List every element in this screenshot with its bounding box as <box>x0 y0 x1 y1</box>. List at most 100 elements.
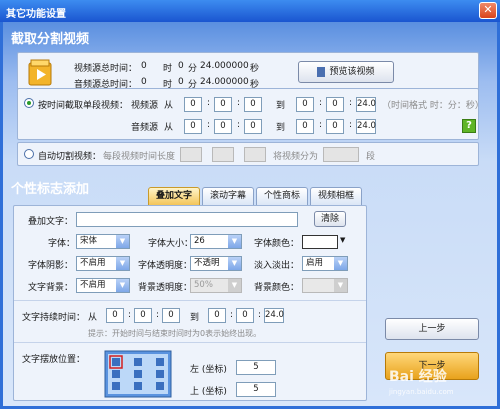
duration-from-minute[interactable]: 0 <box>134 308 152 323</box>
fade-label: 淡入淡出： <box>254 261 300 271</box>
audio-total-hours: 0 <box>141 77 147 87</box>
sep: : <box>237 98 241 108</box>
mode-time-radio[interactable] <box>24 98 34 108</box>
top-coord-label: 上 (坐标) <box>190 387 227 397</box>
time-cut-panel: 按时间截取单段视频： 视频源 从 0 : 0 : 0 到 0 : 0 : 24.… <box>17 88 484 140</box>
divider <box>14 300 366 301</box>
duration-to-label: 到 <box>190 313 200 323</box>
sep: : <box>207 98 211 108</box>
video-file-icon <box>28 59 54 87</box>
title-bar: 其它功能设置 ✕ <box>0 0 500 22</box>
bg-transparency-label: 背景透明度： <box>138 283 193 293</box>
duration-to-second[interactable]: 24.0 <box>264 308 284 323</box>
font-color-swatch[interactable] <box>302 235 338 249</box>
transparency-label: 字体透明度： <box>138 261 193 271</box>
sep: : <box>230 310 234 320</box>
chevron-down-icon: ▼ <box>116 257 129 270</box>
video-total-label: 视频源总时间： <box>74 64 138 74</box>
sep: : <box>319 98 323 108</box>
video-from-second[interactable]: 0 <box>244 97 262 112</box>
font-size-select[interactable]: 26 ▼ <box>190 234 242 249</box>
mode-auto-radio[interactable] <box>24 149 34 159</box>
bg-color-label: 背景颜色： <box>254 283 300 293</box>
sep: : <box>237 120 241 130</box>
section-title-cut: 截取分割视频 <box>11 32 90 47</box>
segment-unit: 段 <box>366 152 376 162</box>
font-select[interactable]: 宋体 ▼ <box>76 234 130 249</box>
video-total-minutes-unit: 分 <box>188 64 198 74</box>
video-source-label: 视频源 <box>131 101 159 111</box>
close-icon[interactable]: ✕ <box>479 2 497 19</box>
duration-from-second[interactable]: 0 <box>162 308 180 323</box>
watermark-subtext: jingyan.baidu.com <box>389 388 454 396</box>
sep: : <box>207 120 211 130</box>
video-from-hour[interactable]: 0 <box>184 97 202 112</box>
window-title: 其它功能设置 <box>6 9 66 20</box>
tab-overlay-text[interactable]: 叠加文字 <box>148 187 200 205</box>
mode-time-label: 按时间截取单段视频： <box>38 101 129 111</box>
tab-custom-logo[interactable]: 个性商标 <box>256 187 308 205</box>
sep: : <box>156 310 160 320</box>
font-size-label: 字体大小： <box>148 239 194 249</box>
chevron-down-icon[interactable]: ▼ <box>340 236 345 244</box>
video-from-minute[interactable]: 0 <box>214 97 232 112</box>
audio-source-label: 音频源 <box>131 123 159 133</box>
tab-video-frame[interactable]: 视频相框 <box>310 187 362 205</box>
video-total-seconds: 24.000000 <box>200 61 249 71</box>
clear-button[interactable]: 清除 <box>314 211 346 227</box>
overlay-text-input[interactable] <box>76 212 298 227</box>
audio-total-seconds: 24.000000 <box>200 77 249 87</box>
transparency-select[interactable]: 不透明 ▼ <box>190 256 242 271</box>
audio-to-hour[interactable]: 0 <box>296 119 314 134</box>
duration-to-minute[interactable]: 0 <box>236 308 254 323</box>
video-to-hour[interactable]: 0 <box>296 97 314 112</box>
audio-from-minute[interactable]: 0 <box>214 119 232 134</box>
bg-transparency-select-value: 50% <box>194 280 213 290</box>
bg-color-select: ▼ <box>302 278 348 293</box>
duration-from-hour[interactable]: 0 <box>106 308 124 323</box>
split-into-label: 将视频分为 <box>273 152 319 162</box>
audio-from-label: 从 <box>164 123 174 133</box>
segment-length-label: 每段视频时间长度 <box>103 152 176 162</box>
sep: : <box>128 310 132 320</box>
font-color-label: 字体颜色： <box>254 239 300 249</box>
chevron-down-icon: ▼ <box>116 279 129 292</box>
help-icon[interactable]: ? <box>462 119 476 133</box>
time-format-hint: （时间格式 时：分：秒） <box>382 101 484 111</box>
font-select-value: 宋体 <box>80 236 98 246</box>
audio-to-second[interactable]: 24.0 <box>356 119 376 134</box>
tab-scroll-subtitle[interactable]: 滚动字幕 <box>202 187 254 205</box>
dialog-client: 截取分割视频 视频源总时间： 0 时 0 分 24.000000 秒 音频源总时… <box>3 22 497 406</box>
bg-select-value: 不启用 <box>80 280 106 290</box>
audio-to-minute[interactable]: 0 <box>326 119 344 134</box>
left-coord-label: 左 (坐标) <box>190 365 227 375</box>
duration-to-hour[interactable]: 0 <box>208 308 226 323</box>
segment-minute <box>212 147 234 162</box>
video-from-label: 从 <box>164 101 174 111</box>
video-total-seconds-unit: 秒 <box>250 64 260 74</box>
sep: : <box>349 120 353 130</box>
prev-step-button[interactable]: 上一步 <box>385 318 479 340</box>
mode-auto-label: 自动切割视频： <box>38 152 102 162</box>
shadow-label: 字体阴影： <box>28 261 74 271</box>
chevron-down-icon: ▼ <box>116 235 129 248</box>
left-coord-input[interactable]: 5 <box>236 360 276 375</box>
preview-video-button-label: 预览该视频 <box>329 67 375 77</box>
top-coord-input[interactable]: 5 <box>236 382 276 397</box>
shadow-select[interactable]: 不启用 ▼ <box>76 256 130 271</box>
fade-select[interactable]: 启用 ▼ <box>302 256 348 271</box>
overlay-text-label: 叠加文字： <box>28 217 74 227</box>
divider <box>14 342 366 343</box>
audio-from-second[interactable]: 0 <box>244 119 262 134</box>
segment-count <box>323 147 359 162</box>
sep: : <box>319 120 323 130</box>
video-to-second[interactable]: 24.0 <box>356 97 376 112</box>
transparency-select-value: 不透明 <box>194 258 220 268</box>
video-total-hours-unit: 时 <box>163 64 173 74</box>
bg-select[interactable]: 不启用 ▼ <box>76 278 130 293</box>
preview-video-button[interactable]: 预览该视频 <box>298 61 394 83</box>
position-grid-icon[interactable] <box>104 350 172 398</box>
audio-from-hour[interactable]: 0 <box>184 119 202 134</box>
section-title-logo: 个性标志添加 <box>11 182 90 197</box>
video-to-minute[interactable]: 0 <box>326 97 344 112</box>
